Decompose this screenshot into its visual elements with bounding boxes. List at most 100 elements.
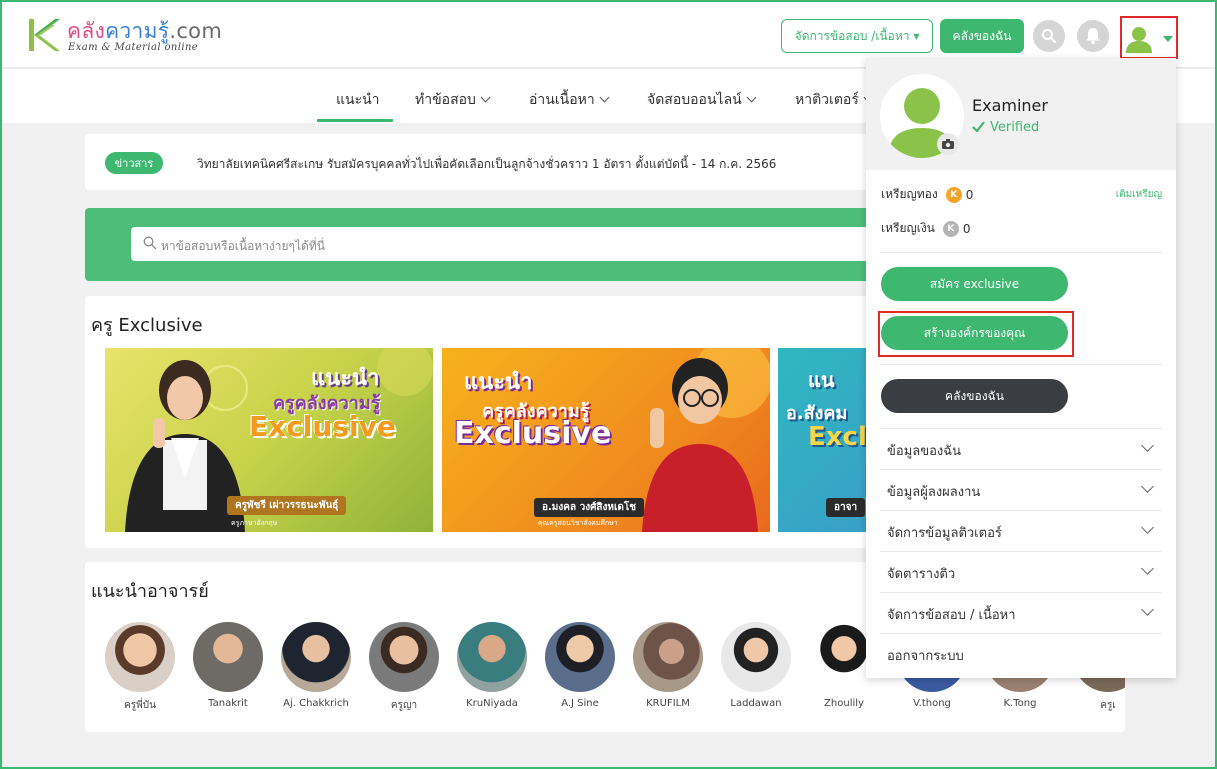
nav-item-find-tutor[interactable]: หาติวเตอร์ bbox=[795, 89, 874, 111]
caret-down-icon bbox=[1163, 36, 1173, 42]
teacher-item[interactable]: ครูพี่บัน bbox=[96, 622, 184, 713]
card-teacher-name: อ.มงคล วงศ์สิงหเดโช bbox=[534, 498, 645, 517]
news-headline[interactable]: วิทยาลัยเทคนิคศรีสะเกษ รับสมัครบุคคลทั่ว… bbox=[197, 155, 776, 174]
search-placeholder: หาข้อสอบหรือเนื้อหาง่ายๆได้ที่นี่ bbox=[161, 239, 325, 253]
teacher-avatar bbox=[633, 622, 703, 692]
teacher-name: KRUFILM bbox=[646, 698, 690, 709]
silver-coin-label: เหรียญเงิน bbox=[881, 221, 935, 235]
topup-link[interactable]: เติมเหรียญ bbox=[1116, 187, 1162, 202]
teacher-item[interactable]: ครูญา bbox=[360, 622, 448, 713]
menu-row-author-info[interactable]: ข้อมูลผู้ลงผลงาน bbox=[880, 470, 1162, 511]
teacher-item[interactable]: Aj. Chakkrich bbox=[272, 622, 360, 709]
nav-item-take-exam[interactable]: ทำข้อสอบ bbox=[415, 89, 491, 111]
profile-dropdown-menu: Examiner Verified เหรียญทอง K 0 เติมเหรี… bbox=[866, 58, 1176, 678]
manage-exams-button[interactable]: จัดการข้อสอบ /เนื้อหา ▾ bbox=[781, 19, 933, 53]
silver-coin-icon: K bbox=[942, 220, 959, 237]
search-icon bbox=[143, 236, 157, 250]
teacher-name: Zhoulily bbox=[824, 698, 864, 709]
verified-label: Verified bbox=[990, 120, 1040, 135]
teacher-name: A.J Sine bbox=[561, 698, 599, 709]
nav-item-read-content[interactable]: อ่านเนื้อหา bbox=[529, 89, 610, 111]
menu-row-label: จัดการข้อสอบ / เนื้อหา bbox=[887, 608, 1016, 623]
menu-row-label: จัดการข้อมูลติวเตอร์ bbox=[887, 526, 1002, 541]
search-button[interactable] bbox=[1033, 20, 1065, 52]
join-exclusive-button[interactable]: สมัคร exclusive bbox=[881, 267, 1068, 301]
exclusive-card-2[interactable]: แนะนำ ครูคลังความรู้ Exclusive อ.มงคล วง… bbox=[442, 348, 770, 532]
teacher-name: ครูเ bbox=[1100, 700, 1116, 711]
teacher-avatar bbox=[545, 622, 615, 692]
card-headline-3: Exclusive bbox=[454, 416, 612, 451]
browser-frame: คลังความรู้.com Exam & Material online จ… bbox=[0, 0, 1217, 769]
profile-menu-toggle[interactable] bbox=[1120, 16, 1178, 59]
teacher-avatar bbox=[105, 622, 175, 692]
logo-title-part-1: คลัง bbox=[67, 19, 106, 43]
nav-label: อ่านเนื้อหา bbox=[529, 92, 595, 108]
my-library-button[interactable]: คลังของฉัน bbox=[940, 19, 1024, 53]
teacher-name: V.thong bbox=[913, 698, 951, 709]
silver-coin-value: 0 bbox=[962, 221, 971, 236]
teacher-item[interactable]: KRUFILM bbox=[624, 622, 712, 709]
teacher-name: K.Tong bbox=[1003, 698, 1037, 709]
user-avatar-icon bbox=[1126, 27, 1152, 53]
gold-coin-label: เหรียญทอง bbox=[881, 187, 938, 201]
nav-item-online-exam[interactable]: จัดสอบออนไลน์ bbox=[647, 89, 757, 111]
silver-coin-row: เหรียญเงิน K 0 bbox=[881, 219, 971, 238]
search-input[interactable]: หาข้อสอบหรือเนื้อหาง่ายๆได้ที่นี่ bbox=[131, 227, 891, 261]
card-teacher-name: ครูพัชรี เผ่าวรรธนะพันธุ์ bbox=[227, 496, 347, 515]
chevron-down-icon bbox=[1141, 439, 1154, 452]
logout-label: ออกจากระบบ bbox=[887, 649, 964, 664]
logo-subtitle: Exam & Material online bbox=[68, 42, 199, 53]
card-teacher-subject: คุณครูสอนวิชาสังคมศึกษา bbox=[538, 519, 618, 527]
menu-row-manage-content[interactable]: จัดการข้อสอบ / เนื้อหา bbox=[880, 593, 1162, 634]
logo-title-part-2: ความรู้ bbox=[105, 19, 170, 43]
verified-status: Verified bbox=[972, 120, 1039, 135]
divider bbox=[880, 364, 1162, 365]
my-library-menu-button[interactable]: คลังของฉัน bbox=[881, 379, 1068, 413]
news-badge: ข่าวสาร bbox=[105, 152, 163, 174]
notification-button[interactable] bbox=[1077, 20, 1109, 52]
camera-glyph bbox=[942, 139, 954, 149]
check-icon bbox=[972, 121, 985, 133]
search-icon bbox=[1042, 29, 1057, 44]
teacher-name: Tanakrit bbox=[208, 698, 248, 709]
nav-label: จัดสอบออนไลน์ bbox=[647, 92, 742, 108]
camera-icon[interactable] bbox=[937, 133, 959, 155]
exclusive-card-3[interactable]: แน อ.สังคม Excl อาจา bbox=[778, 348, 878, 532]
gold-coin-value: 0 bbox=[965, 187, 974, 202]
teacher-name: Aj. Chakkrich bbox=[283, 698, 349, 709]
teacher-name: KruNiyada bbox=[466, 698, 518, 709]
card-headline-3: Excl bbox=[808, 422, 867, 452]
teacher-item[interactable]: KruNiyada bbox=[448, 622, 536, 709]
menu-row-tutor-info[interactable]: จัดการข้อมูลติวเตอร์ bbox=[880, 511, 1162, 552]
section-title: ครู Exclusive bbox=[91, 315, 203, 336]
nav-active-indicator bbox=[317, 119, 393, 122]
card-teacher-subject: ครูภาษาอังกฤษ bbox=[231, 519, 278, 527]
nav-item-recommend[interactable]: แนะนำ bbox=[336, 89, 380, 111]
nav-label: ทำข้อสอบ bbox=[415, 92, 476, 108]
divider bbox=[880, 252, 1162, 253]
teacher-item[interactable]: A.J Sine bbox=[536, 622, 624, 709]
exclusive-card-1[interactable]: แนะนำ ครูคลังความรู้ Exclusive ครูพัชรี … bbox=[105, 348, 433, 532]
teacher-item[interactable]: Laddawan bbox=[712, 622, 800, 709]
menu-row-my-info[interactable]: ข้อมูลของฉัน bbox=[880, 429, 1162, 470]
card-headline-1: แน bbox=[808, 368, 835, 392]
teacher-name: ครูพี่บัน bbox=[124, 700, 156, 711]
bell-icon bbox=[1086, 28, 1100, 45]
profile-name: Examiner bbox=[972, 96, 1048, 115]
nav-label: แนะนำ bbox=[336, 92, 380, 108]
teacher-avatar bbox=[193, 622, 263, 692]
logout-button[interactable]: ออกจากระบบ bbox=[880, 634, 1162, 675]
profile-header: Examiner Verified bbox=[866, 58, 1176, 170]
create-organization-button[interactable]: สร้างองค์กรของคุณ bbox=[881, 316, 1068, 350]
menu-row-label: ข้อมูลของฉัน bbox=[887, 444, 962, 459]
card-headline-3: Exclusive bbox=[249, 410, 396, 443]
chevron-down-icon bbox=[746, 92, 757, 103]
logo-k-icon bbox=[29, 19, 60, 51]
chevron-down-icon bbox=[1141, 480, 1154, 493]
logo-title-part-3: .com bbox=[169, 19, 223, 43]
teacher-avatar bbox=[281, 622, 351, 692]
gold-coin-icon: K bbox=[945, 186, 962, 203]
teacher-item[interactable]: Tanakrit bbox=[184, 622, 272, 709]
chevron-down-icon bbox=[1141, 521, 1154, 534]
menu-row-tutoring-schedule[interactable]: จัดตารางติว bbox=[880, 552, 1162, 593]
